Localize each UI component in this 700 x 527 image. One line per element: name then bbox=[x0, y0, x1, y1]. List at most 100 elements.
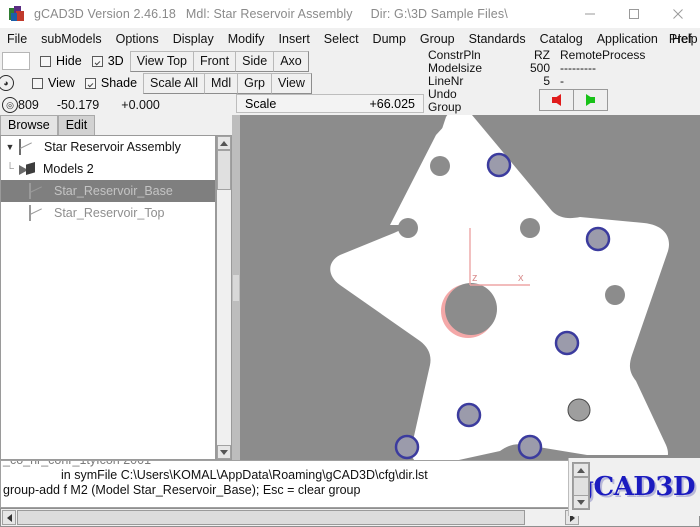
3d-label: 3D bbox=[107, 54, 124, 68]
forward-arrow-button[interactable] bbox=[573, 89, 608, 111]
axis-z-label: z bbox=[472, 272, 478, 284]
info-extra: --------- bbox=[560, 61, 596, 75]
view-front-button[interactable]: Front bbox=[192, 50, 237, 72]
hole bbox=[351, 400, 371, 420]
scale-label: Scale bbox=[245, 96, 277, 111]
hide-checkbox-box bbox=[40, 55, 51, 67]
coordinate-mode-icon[interactable]: ◎ bbox=[2, 97, 18, 113]
scroll-up-button[interactable] bbox=[217, 136, 231, 150]
tree-item-star-reservoir-top[interactable]: Star_Reservoir_Top bbox=[1, 202, 215, 224]
scroll-thumb[interactable] bbox=[217, 150, 231, 190]
shade-label: Shade bbox=[100, 76, 138, 90]
3d-checkbox-box bbox=[91, 55, 103, 67]
menu-application[interactable]: Application bbox=[590, 28, 665, 50]
menu-submodels[interactable]: subModels bbox=[34, 28, 108, 50]
menu-standards[interactable]: Standards bbox=[462, 28, 533, 50]
hole bbox=[297, 248, 317, 268]
tree-vertical-scrollbar[interactable] bbox=[216, 135, 232, 460]
window-title: gCAD3D Version 2.46.18 Mdl: Star Reservoi… bbox=[34, 7, 508, 21]
scale-display[interactable]: Scale +66.025 bbox=[236, 94, 424, 113]
back-arrow-button[interactable] bbox=[539, 89, 574, 111]
tab-edit[interactable]: Edit bbox=[57, 115, 96, 135]
scroll-left-button[interactable] bbox=[2, 510, 16, 525]
model-icon bbox=[19, 162, 36, 176]
menu-group[interactable]: Group bbox=[413, 28, 462, 50]
tree-item-star-reservoir-assembly[interactable]: ▼ Star Reservoir Assembly bbox=[1, 136, 215, 158]
coord-z-value: +0.000 bbox=[121, 98, 160, 112]
coord-x-value: 809 bbox=[18, 98, 39, 112]
hole-selected bbox=[486, 152, 512, 178]
hole bbox=[361, 333, 381, 353]
hide-label: Hide bbox=[56, 54, 82, 68]
shade-checkbox[interactable]: Shade bbox=[84, 76, 138, 90]
hole-selected bbox=[585, 226, 611, 252]
view-checkbox[interactable]: View bbox=[32, 76, 75, 90]
logo-area-scrollbar[interactable] bbox=[572, 462, 590, 510]
view-side-button[interactable]: Side bbox=[235, 50, 275, 72]
menu-dump[interactable]: Dump bbox=[366, 28, 413, 50]
scale-grp-button[interactable]: Grp bbox=[237, 72, 272, 94]
triangle-up-icon bbox=[220, 140, 228, 146]
scroll-thumb[interactable] bbox=[17, 510, 525, 525]
triangle-down-icon bbox=[220, 449, 228, 455]
menu-catalog[interactable]: Catalog bbox=[533, 28, 590, 50]
expand-chevron-down-icon[interactable]: ▼ bbox=[1, 142, 19, 152]
hole bbox=[313, 285, 333, 305]
view-label: View bbox=[48, 76, 75, 90]
menu-select[interactable]: Select bbox=[317, 28, 366, 50]
menu-modify[interactable]: Modify bbox=[221, 28, 272, 50]
coord-y-value: -50.179 bbox=[56, 98, 100, 112]
hole bbox=[331, 230, 351, 250]
tree-item-label: Star_Reservoir_Base bbox=[54, 184, 173, 198]
toolbar-input-box[interactable] bbox=[2, 52, 30, 70]
hole-selected bbox=[554, 330, 580, 356]
menu-display[interactable]: Display bbox=[166, 28, 221, 50]
menu-options[interactable]: Options bbox=[109, 28, 166, 50]
view-top-button[interactable]: View Top bbox=[129, 50, 194, 72]
left-panel: Browse Edit ▼ Star Reservoir Assembly └ … bbox=[0, 115, 232, 460]
navigation-buttons bbox=[539, 89, 608, 111]
hole bbox=[567, 398, 591, 422]
info-extra: - bbox=[560, 74, 564, 88]
minimize-button[interactable] bbox=[568, 0, 612, 28]
scale-value: +66.025 bbox=[369, 96, 415, 111]
scale-mdl-button[interactable]: Mdl bbox=[203, 72, 239, 94]
hide-checkbox[interactable]: Hide bbox=[40, 54, 82, 68]
view-axo-button[interactable]: Axo bbox=[273, 50, 309, 72]
3d-checkbox[interactable]: 3D bbox=[91, 54, 124, 68]
3d-viewport[interactable]: z x bbox=[240, 115, 700, 460]
window-controls bbox=[568, 0, 700, 28]
triangle-up-icon bbox=[577, 467, 585, 473]
scale-view-button[interactable]: View bbox=[270, 72, 312, 94]
tree-item-models[interactable]: └ Models 2 bbox=[1, 158, 215, 180]
info-key: Group bbox=[428, 100, 462, 114]
tab-browse[interactable]: Browse bbox=[0, 115, 58, 135]
menu-help[interactable]: Help Pref bbox=[665, 28, 698, 50]
hole bbox=[605, 285, 625, 305]
info-row-linenr: LineNr 5 - bbox=[424, 75, 700, 88]
scroll-down-button[interactable] bbox=[573, 495, 589, 509]
page-icon bbox=[19, 139, 37, 155]
app-logo-icon bbox=[9, 6, 25, 22]
title-bar: gCAD3D Version 2.46.18 Mdl: Star Reservoi… bbox=[0, 0, 700, 29]
menu-file[interactable]: File bbox=[0, 28, 34, 50]
tree-item-star-reservoir-base[interactable]: Star_Reservoir_Base bbox=[1, 180, 215, 202]
title-version: gCAD3D Version 2.46.18 bbox=[34, 7, 176, 21]
scroll-thumb[interactable] bbox=[573, 477, 589, 497]
hole bbox=[520, 218, 540, 238]
triangle-left-icon bbox=[6, 513, 12, 522]
close-button[interactable] bbox=[656, 0, 700, 28]
back-arrow-icon bbox=[552, 94, 561, 106]
shade-checkbox-box bbox=[84, 77, 96, 89]
view-checkbox-box bbox=[32, 77, 43, 89]
gcad3d-window: gCAD3D Version 2.46.18 Mdl: Star Reservoi… bbox=[0, 0, 700, 527]
scroll-up-button[interactable] bbox=[573, 463, 589, 477]
scroll-down-button[interactable] bbox=[217, 445, 231, 459]
rotate-icon[interactable]: ◕ bbox=[0, 75, 14, 91]
panel-tabs: Browse Edit bbox=[0, 115, 96, 135]
menu-insert[interactable]: Insert bbox=[272, 28, 317, 50]
forward-arrow-icon bbox=[586, 94, 595, 106]
maximize-button[interactable] bbox=[612, 0, 656, 28]
panel-splitter[interactable] bbox=[232, 115, 240, 460]
scale-all-button[interactable]: Scale All bbox=[143, 72, 205, 94]
